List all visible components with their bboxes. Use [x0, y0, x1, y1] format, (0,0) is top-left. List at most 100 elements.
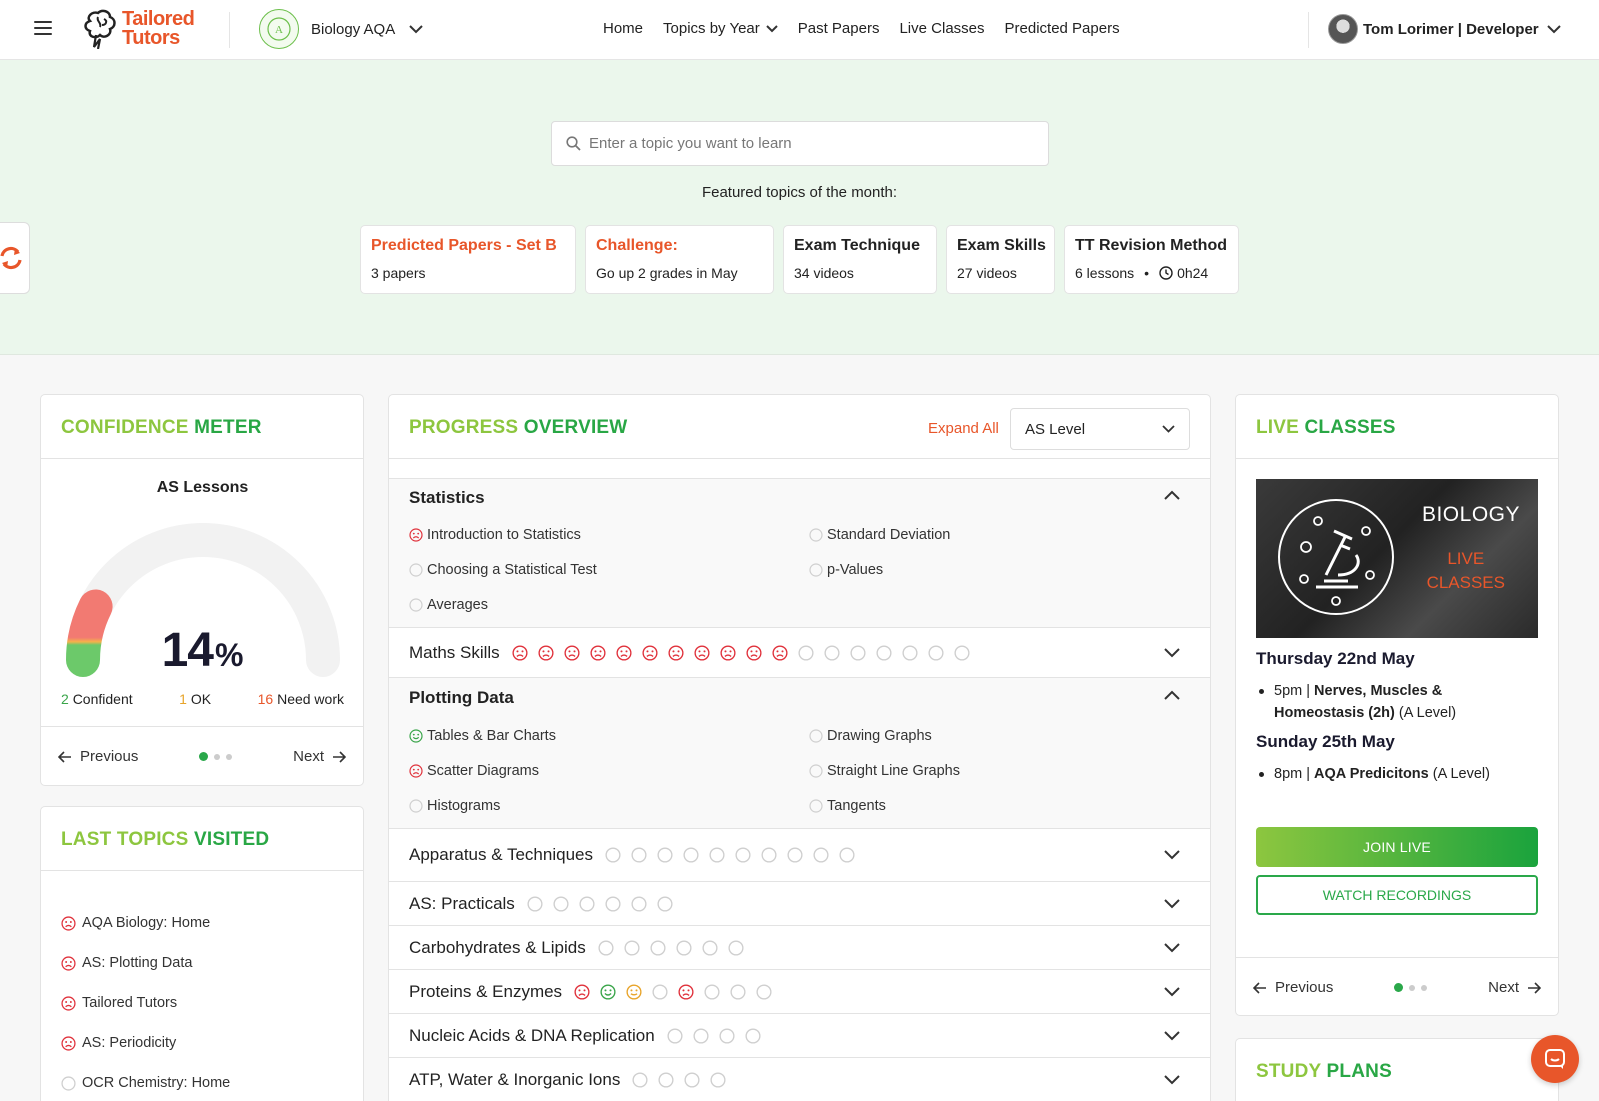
menu-topics-by-year[interactable]: Topics by Year: [663, 20, 778, 37]
chat-icon: [1545, 1049, 1565, 1069]
pager-dots[interactable]: [199, 752, 233, 761]
previous-button[interactable]: Previous: [58, 748, 138, 765]
sad-face-icon: [512, 644, 528, 661]
next-button[interactable]: Next: [293, 748, 346, 765]
watch-recordings-button[interactable]: WATCH RECORDINGS: [1256, 875, 1538, 915]
logo[interactable]: Tailored Tutors: [82, 9, 195, 49]
empty-circle-icon: [652, 983, 668, 1000]
last-topic-item[interactable]: AS: Plotting Data: [61, 943, 230, 983]
empty-circle-icon: [409, 798, 423, 813]
section-header[interactable]: ATP, Water & Inorganic Ions: [389, 1058, 1210, 1101]
live-session[interactable]: 8pm | AQA Predicitons (A Level): [1236, 763, 1536, 785]
user-menu[interactable]: Tom Lorimer | Developer: [1328, 14, 1561, 44]
level-select-value: AS Level: [1025, 420, 1086, 438]
next-button[interactable]: Next: [1488, 979, 1541, 996]
arrow-left-icon: [58, 750, 71, 763]
last-topics-panel: LAST TOPICS VISITED AQA Biology: Home AS:…: [40, 806, 364, 1101]
section-header[interactable]: Proteins & Enzymes: [389, 970, 1210, 1013]
last-topic-item[interactable]: OCR Chemistry: Home: [61, 1063, 230, 1101]
chevron-down-icon: [1164, 1074, 1180, 1084]
live-session[interactable]: 5pm | Nerves, Muscles & Homeostasis (2h)…: [1236, 680, 1536, 724]
top-nav: Tailored Tutors A Biology AQA Home Topic…: [0, 0, 1599, 60]
featured-card-challenge[interactable]: Challenge: Go up 2 grades in May: [585, 225, 774, 294]
expand-all-button[interactable]: Expand All: [928, 420, 999, 437]
featured-card-exam-technique[interactable]: Exam Technique 34 videos: [783, 225, 937, 294]
section-header[interactable]: Plotting Data: [389, 678, 1210, 718]
brain-logo-icon: [84, 9, 116, 49]
sad-face-icon: [61, 995, 76, 1011]
microscope-icon: [1278, 499, 1394, 615]
empty-circle-icon: [409, 562, 423, 577]
subtopic-item[interactable]: Introduction to Statistics: [409, 517, 809, 552]
section-atp-water-inorganic-ions[interactable]: ATP, Water & Inorganic Ions: [389, 1057, 1210, 1101]
confidence-meter-header: CONFIDENCE METER: [41, 395, 363, 459]
section-header[interactable]: Carbohydrates & Lipids: [389, 926, 1210, 969]
subtopic-item[interactable]: Histograms: [409, 788, 809, 823]
live-classes-panel: LIVE CLASSES BIOLOGY LIVE CLASSES Thursda…: [1235, 394, 1559, 1016]
section-carbohydrates-lipids[interactable]: Carbohydrates & Lipids: [389, 925, 1210, 969]
subtopic-label: Straight Line Graphs: [827, 762, 960, 779]
hamburger-menu-icon[interactable]: [34, 21, 52, 37]
pager-dots[interactable]: [1394, 983, 1428, 992]
last-topic-item[interactable]: Tailored Tutors: [61, 983, 230, 1023]
svg-text:A: A: [275, 24, 283, 36]
last-topic-item[interactable]: AQA Biology: Home: [61, 903, 230, 943]
section-header[interactable]: AS: Practicals: [389, 882, 1210, 925]
subject-selector[interactable]: A Biology AQA: [259, 9, 423, 49]
subtopic-item[interactable]: Averages: [409, 587, 809, 622]
chat-button[interactable]: [1531, 1035, 1579, 1083]
featured-card-sub: 34 videos: [794, 265, 854, 281]
join-live-button[interactable]: JOIN LIVE: [1256, 827, 1538, 867]
empty-circle-icon: [657, 847, 673, 863]
subtopic-item[interactable]: Straight Line Graphs: [809, 753, 1189, 788]
section-plotting[interactable]: Plotting Data Tables & Bar Charts Drawing …: [389, 677, 1210, 828]
sad-face-icon: [668, 644, 684, 661]
last-topics-header: LAST TOPICS VISITED: [41, 807, 363, 871]
section-as-practicals[interactable]: AS: Practicals: [389, 881, 1210, 925]
previous-button[interactable]: Previous: [1253, 979, 1333, 996]
avatar: [1328, 14, 1358, 44]
featured-card-predicted-papers[interactable]: Predicted Papers - Set B 3 papers: [360, 225, 576, 294]
menu-past-papers[interactable]: Past Papers: [798, 20, 880, 37]
empty-circle-icon: [761, 847, 777, 863]
subtopic-item[interactable]: Drawing Graphs: [809, 718, 1189, 753]
subtopic-item[interactable]: p-Values: [809, 552, 1189, 587]
menu-predicted-papers[interactable]: Predicted Papers: [1005, 20, 1120, 37]
section-apparatus-techniques[interactable]: Apparatus & Techniques: [389, 828, 1210, 881]
subtopic-item[interactable]: Tables & Bar Charts: [409, 718, 809, 753]
empty-circle-icon: [684, 1071, 700, 1088]
live-classes-banner[interactable]: BIOLOGY LIVE CLASSES: [1256, 479, 1538, 638]
sad-face-icon: [61, 955, 76, 971]
featured-card-sub: Go up 2 grades in May: [596, 265, 738, 281]
section-nucleic-acids-dna-replication[interactable]: Nucleic Acids & DNA Replication: [389, 1013, 1210, 1057]
featured-label: Featured topics of the month:: [701, 184, 898, 201]
section-header[interactable]: Nucleic Acids & DNA Replication: [389, 1014, 1210, 1057]
empty-circle-icon: [809, 527, 823, 542]
last-topic-label: OCR Chemistry: Home: [82, 1075, 231, 1091]
section-statistics[interactable]: Statistics Introduction to Statistics Stan…: [389, 478, 1210, 627]
chevron-down-icon: [409, 24, 423, 33]
search-input[interactable]: [589, 135, 1009, 152]
level-select[interactable]: AS Level: [1010, 408, 1190, 450]
section-maths-skills[interactable]: Maths Skills: [389, 627, 1210, 677]
refresh-button[interactable]: [0, 222, 30, 294]
menu-live-classes[interactable]: Live Classes: [899, 20, 984, 37]
featured-card-exam-skills[interactable]: Exam Skills 27 videos: [946, 225, 1055, 294]
last-topic-item[interactable]: AS: Periodicity: [61, 1023, 230, 1063]
subtopic-item[interactable]: Tangents: [809, 788, 1189, 823]
section-header[interactable]: Statistics: [389, 479, 1210, 517]
section-header[interactable]: Maths Skills: [389, 628, 1210, 677]
featured-card-duration: 0h24: [1177, 265, 1209, 281]
subtopic-item[interactable]: Standard Deviation: [809, 517, 1189, 552]
empty-circle-icon: [876, 644, 892, 661]
divider: [1308, 12, 1309, 48]
featured-card-title: Challenge:: [596, 237, 678, 254]
subtopic-item[interactable]: Choosing a Statistical Test: [409, 552, 809, 587]
section-header[interactable]: Apparatus & Techniques: [389, 829, 1210, 881]
subtopic-item[interactable]: Scatter Diagrams: [409, 753, 809, 788]
section-name: Apparatus & Techniques: [409, 845, 593, 864]
featured-card-revision-method[interactable]: TT Revision Method 6 lessons • 0h24: [1064, 225, 1239, 294]
menu-home[interactable]: Home: [603, 20, 643, 37]
empty-circle-icon: [709, 847, 725, 863]
section-proteins-enzymes[interactable]: Proteins & Enzymes: [389, 969, 1210, 1013]
